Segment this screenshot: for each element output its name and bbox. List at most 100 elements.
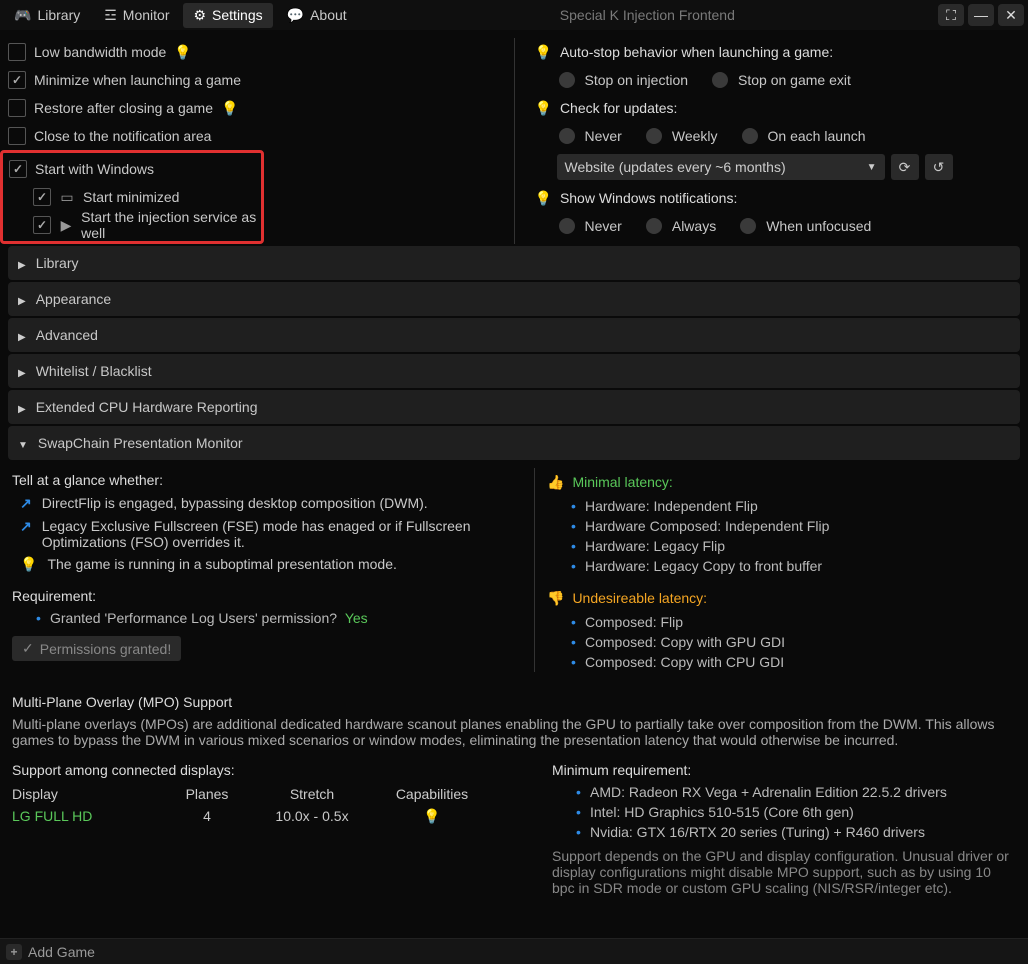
caret-right-icon xyxy=(18,327,26,343)
display-name: LG FULL HD xyxy=(12,808,162,825)
permissions-granted-badge: ✓ Permissions granted! xyxy=(12,636,181,661)
label-close-notif: Close to the notification area xyxy=(34,128,211,144)
label-notifications: Show Windows notifications: xyxy=(560,190,737,206)
tab-library[interactable]: 🎮 Library xyxy=(4,3,90,28)
radio-stop-exit[interactable] xyxy=(712,72,728,88)
section-label: Extended CPU Hardware Reporting xyxy=(36,399,258,415)
latency-item: Hardware Composed: Independent Flip xyxy=(571,516,1016,536)
gamepad-icon: 🎮 xyxy=(14,7,31,24)
display-table-row: LG FULL HD 4 10.0x - 0.5x 💡 xyxy=(12,806,532,827)
list-icon: ☲ xyxy=(104,7,117,24)
radio-never[interactable] xyxy=(559,128,575,144)
stretch-value: 10.0x - 0.5x xyxy=(252,808,372,825)
text-directflip: DirectFlip is engaged, bypassing desktop… xyxy=(42,495,428,511)
tab-about[interactable]: 💬 About xyxy=(277,3,357,28)
titlebar: 🎮 Library ☲ Monitor ⚙ Settings 💬 About S… xyxy=(0,0,1028,30)
req-item: AMD: Radeon RX Vega + Adrenalin Edition … xyxy=(576,782,1016,802)
footer: + Add Game xyxy=(0,938,1028,964)
label-weekly: Weekly xyxy=(672,128,718,144)
undo-icon: ↺ xyxy=(933,159,945,176)
section-appearance[interactable]: Appearance xyxy=(8,282,1020,316)
tab-settings[interactable]: ⚙ Settings xyxy=(183,3,272,28)
checkbox-start-injection[interactable] xyxy=(33,216,51,234)
minimal-latency-heading: Minimal latency: xyxy=(572,474,672,490)
minimize-button[interactable]: — xyxy=(968,4,994,26)
update-channel-select[interactable]: Website (updates every ~6 months) ▼ xyxy=(557,154,885,180)
label-notif-never: Never xyxy=(585,218,622,234)
latency-item: Hardware: Legacy Flip xyxy=(571,536,1016,556)
caret-right-icon xyxy=(18,291,26,307)
compact-button[interactable]: ⛶ xyxy=(938,4,964,26)
section-label: SwapChain Presentation Monitor xyxy=(38,435,243,451)
window-min-icon: ▭ xyxy=(59,189,75,206)
req-item: Intel: HD Graphics 510-515 (Core 6th gen… xyxy=(576,802,1016,822)
add-game-button[interactable]: Add Game xyxy=(28,944,95,960)
text-suboptimal: The game is running in a suboptimal pres… xyxy=(47,556,396,572)
section-whitelist[interactable]: Whitelist / Blacklist xyxy=(8,354,1020,388)
bulb-icon: 💡 xyxy=(20,556,37,573)
label-minimize-launch: Minimize when launching a game xyxy=(34,72,241,88)
checkbox-start-windows[interactable] xyxy=(9,160,27,178)
planes-value: 4 xyxy=(162,808,252,825)
label-updates: Check for updates: xyxy=(560,100,678,116)
external-link-icon[interactable]: ↗ xyxy=(20,518,32,535)
section-label: Appearance xyxy=(36,291,112,307)
radio-weekly[interactable] xyxy=(646,128,662,144)
caret-down-icon xyxy=(18,435,28,451)
select-value: Website (updates every ~6 months) xyxy=(565,159,786,175)
label-stop-exit: Stop on game exit xyxy=(738,72,851,88)
section-label: Advanced xyxy=(36,327,98,343)
requirement-item: Granted 'Performance Log Users' permissi… xyxy=(36,608,522,628)
label-notif-unfocused: When unfocused xyxy=(766,218,871,234)
undo-button[interactable]: ↺ xyxy=(925,154,953,180)
label-never: Never xyxy=(585,128,622,144)
radio-notif-never[interactable] xyxy=(559,218,575,234)
section-cpu[interactable]: Extended CPU Hardware Reporting xyxy=(8,390,1020,424)
external-link-icon[interactable]: ↗ xyxy=(20,495,32,512)
support-among-heading: Support among connected displays: xyxy=(12,758,532,782)
app-title: Special K Injection Frontend xyxy=(361,7,934,23)
chevron-down-icon: ▼ xyxy=(867,162,877,173)
tab-label: About xyxy=(310,7,347,23)
tab-monitor[interactable]: ☲ Monitor xyxy=(94,3,179,28)
minimize-icon: — xyxy=(974,7,988,23)
checkbox-close-notif[interactable] xyxy=(8,127,26,145)
refresh-icon: ⟳ xyxy=(899,159,911,176)
caret-right-icon xyxy=(18,255,26,271)
caret-right-icon xyxy=(18,363,26,379)
plus-icon[interactable]: + xyxy=(6,944,22,960)
label-start-windows: Start with Windows xyxy=(35,161,154,177)
checkbox-low-bandwidth[interactable] xyxy=(8,43,26,61)
tab-label: Monitor xyxy=(123,7,170,23)
section-swapchain[interactable]: SwapChain Presentation Monitor xyxy=(8,426,1020,460)
section-advanced[interactable]: Advanced xyxy=(8,318,1020,352)
req-item: Nvidia: GTX 16/RTX 20 series (Turing) + … xyxy=(576,822,1016,842)
label-stop-injection: Stop on injection xyxy=(585,72,689,88)
latency-item: Hardware: Legacy Copy to front buffer xyxy=(571,556,1016,576)
checkbox-minimize-launch[interactable] xyxy=(8,71,26,89)
section-label: Library xyxy=(36,255,79,271)
checkbox-start-minimized[interactable] xyxy=(33,188,51,206)
radio-notif-unfocused[interactable] xyxy=(740,218,756,234)
thumbs-up-icon: 👍 xyxy=(547,474,564,491)
close-button[interactable]: ✕ xyxy=(998,4,1024,26)
tab-label: Settings xyxy=(212,7,263,23)
vertical-separator xyxy=(534,468,535,672)
section-library[interactable]: Library xyxy=(8,246,1020,280)
bulb-icon: 💡 xyxy=(535,190,552,207)
col-display: Display xyxy=(12,786,162,802)
bulb-icon: 💡 xyxy=(174,44,191,61)
checkbox-restore-close[interactable] xyxy=(8,99,26,117)
label-autostop: Auto-stop behavior when launching a game… xyxy=(560,44,833,60)
tell-glance-heading: Tell at a glance whether: xyxy=(12,468,522,492)
radio-stop-injection[interactable] xyxy=(559,72,575,88)
radio-each-launch[interactable] xyxy=(742,128,758,144)
undesirable-heading: Undesireable latency: xyxy=(572,590,707,606)
vertical-separator xyxy=(514,38,515,244)
thumbs-down-icon: 👎 xyxy=(547,590,564,607)
compress-icon: ⛶ xyxy=(946,7,956,24)
radio-notif-always[interactable] xyxy=(646,218,662,234)
latency-item: Composed: Copy with CPU GDI xyxy=(571,652,1016,672)
latency-item: Hardware: Independent Flip xyxy=(571,496,1016,516)
refresh-button[interactable]: ⟳ xyxy=(891,154,919,180)
